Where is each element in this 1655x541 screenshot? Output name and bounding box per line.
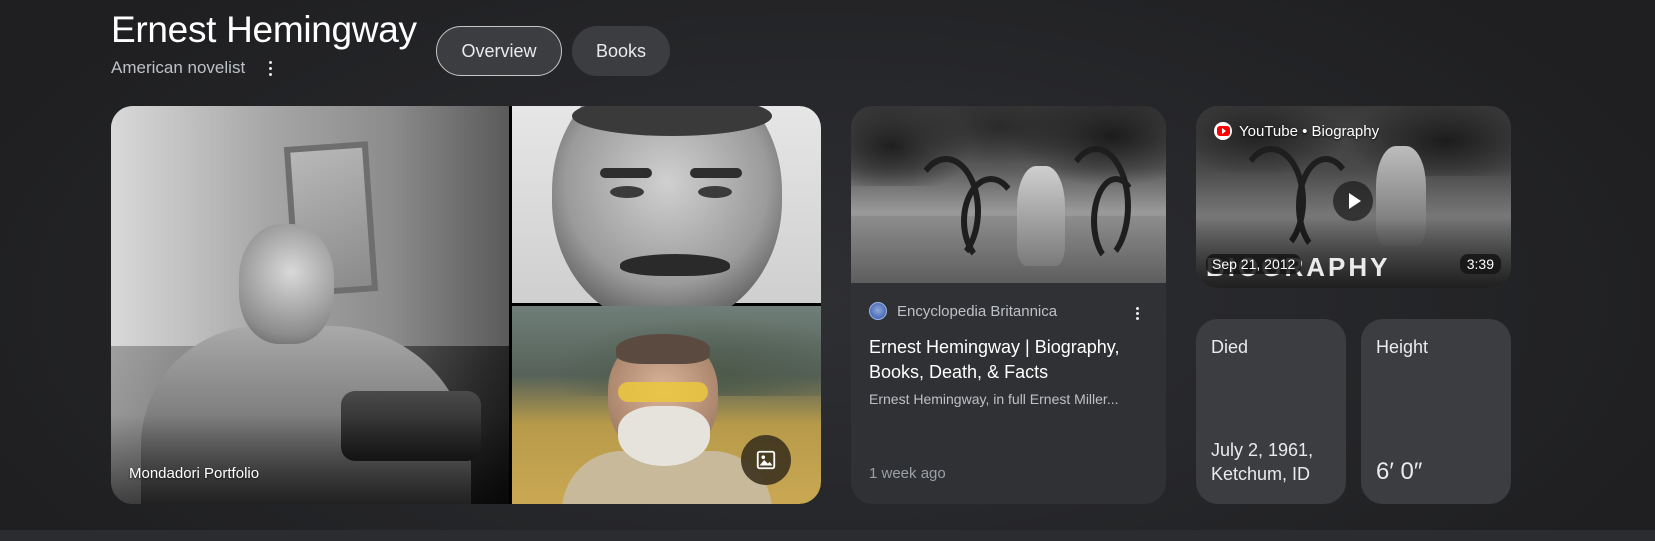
video-card[interactable]: YouTube • Biography BIOGRAPHY Sep 21, 20… [1196, 106, 1511, 288]
fact-value: 6′ 0″ [1376, 458, 1423, 485]
article-thumbnail [851, 106, 1166, 283]
image-credit: Mondadori Portfolio [129, 465, 260, 482]
article-title-link[interactable]: Ernest Hemingway | Biography, Books, Dea… [869, 335, 1149, 385]
image-gallery-icon[interactable] [741, 435, 791, 485]
youtube-icon [1214, 122, 1232, 140]
article-source-name: Encyclopedia Britannica [897, 302, 1058, 320]
safari-photo[interactable] [512, 306, 821, 504]
article-source: Encyclopedia Britannica [869, 302, 1057, 320]
entity-title: Ernest Hemingway [111, 9, 417, 50]
entity-subtitle: American novelist [111, 58, 246, 77]
article-card[interactable]: Encyclopedia Britannica Ernest Hemingway… [851, 106, 1166, 504]
fact-label: Height [1376, 337, 1429, 357]
fact-card-died[interactable]: Died July 2, 1961, Ketchum, ID [1196, 319, 1346, 504]
britannica-logo-icon [869, 302, 887, 320]
play-icon[interactable] [1333, 181, 1373, 221]
article-snippet: Ernest Hemingway, in full Ernest Miller.… [869, 391, 1119, 407]
image-mosaic: Mondadori Portfolio [111, 106, 821, 504]
fact-value: July 2, 1961, Ketchum, ID [1211, 440, 1314, 484]
main-photo[interactable]: Mondadori Portfolio [111, 106, 509, 504]
fact-label: Died [1211, 337, 1249, 357]
tab-overview[interactable]: Overview [436, 26, 562, 76]
video-duration-badge: 3:39 [1459, 254, 1501, 274]
video-source-label: YouTube • Biography [1239, 122, 1380, 140]
portrait-photo[interactable] [512, 106, 821, 326]
tab-books[interactable]: Books [572, 26, 670, 76]
video-source: YouTube • Biography [1214, 122, 1379, 140]
article-timestamp: 1 week ago [869, 465, 946, 482]
fact-card-height[interactable]: Height 6′ 0″ [1361, 319, 1511, 504]
divider [0, 530, 1655, 541]
article-more-options-icon[interactable] [1132, 305, 1142, 321]
knowledge-panel: Ernest Hemingway American novelist Overv… [0, 0, 1655, 541]
video-date-badge: Sep 21, 2012 [1206, 254, 1302, 274]
more-options-icon[interactable] [262, 57, 278, 79]
